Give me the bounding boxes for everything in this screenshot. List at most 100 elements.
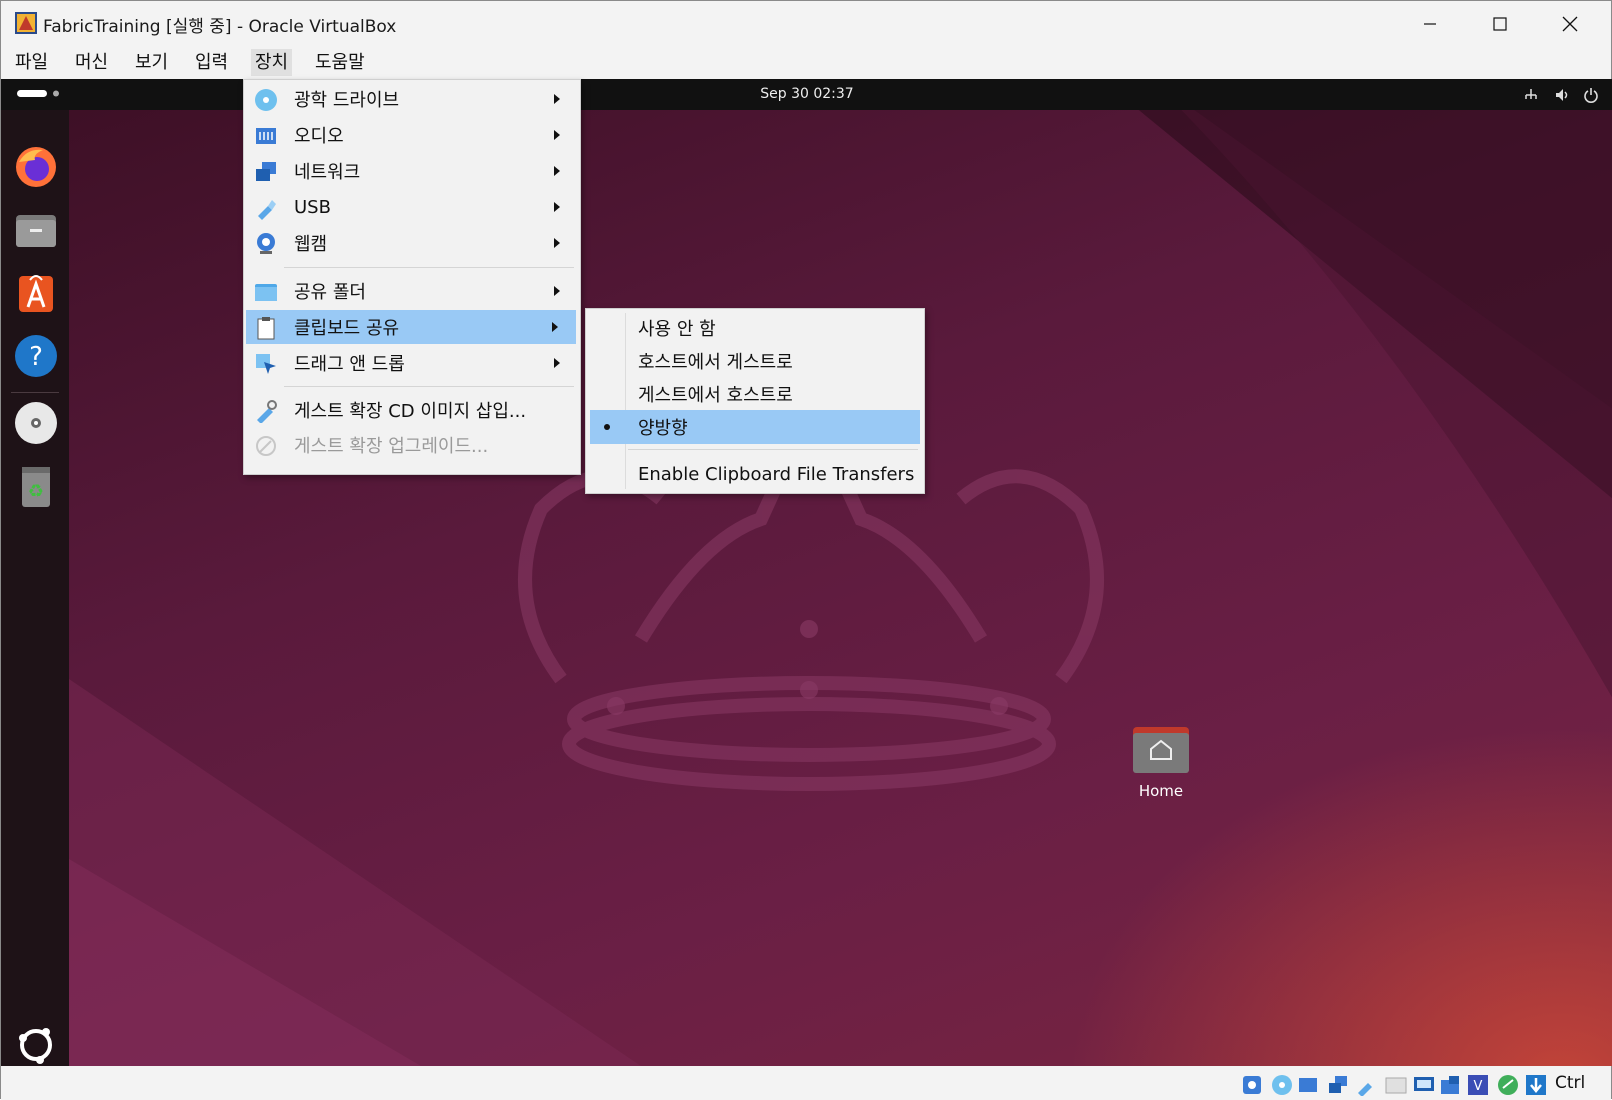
menu-item-webcam[interactable]: 웹캠 (248, 226, 574, 260)
show-apps-icon[interactable] (13, 1022, 59, 1066)
clipboard-mode-host-to-guest[interactable]: 호스트에서 게스트로 (590, 344, 920, 378)
drag-drop-icon (256, 354, 276, 374)
network-wired-icon[interactable] (1523, 87, 1539, 103)
help-icon[interactable]: ? (13, 333, 59, 379)
optical-drive-status-icon[interactable] (1271, 1074, 1293, 1096)
virtualbox-app-icon (15, 12, 37, 34)
power-icon[interactable] (1583, 87, 1599, 103)
menu-item-label: 게스트 확장 CD 이미지 삽입... (294, 401, 527, 422)
network-icon (256, 162, 276, 181)
minimize-icon (1424, 22, 1436, 25)
menu-item-clipboard[interactable]: 클립보드 공유 (246, 310, 576, 344)
submenu-arrow-icon (554, 358, 560, 368)
dock-separator (11, 392, 59, 393)
mouse-integration-status-icon[interactable] (1497, 1074, 1519, 1096)
maximize-button[interactable] (1465, 1, 1535, 46)
submenu-arrow-icon (554, 130, 560, 140)
clipboard-file-transfers[interactable]: Enable Clipboard File Transfers (590, 457, 920, 491)
submenu-arrow-icon (554, 202, 560, 212)
menu-machine[interactable]: 머신 (71, 49, 112, 76)
menu-item-label: 오디오 (294, 126, 344, 147)
devices-menu: 광학 드라이브 오디오 네트워크 USB 웹캠 공유 폴더 클립보드 공유 드래… (243, 79, 581, 475)
menu-item-shared-folders[interactable]: 공유 폴더 (248, 274, 574, 308)
menu-file[interactable]: 파일 (11, 49, 52, 76)
maximize-icon (1493, 16, 1507, 31)
submenu-arrow-icon (554, 286, 560, 296)
display-status-icon[interactable] (1413, 1074, 1435, 1096)
app-center-icon[interactable] (13, 270, 59, 316)
menu-item-label: 드래그 앤 드롭 (294, 354, 405, 375)
menu-item-label: 네트워크 (294, 162, 361, 183)
menu-item-insert-guest-additions[interactable]: 게스트 확장 CD 이미지 삽입... (248, 393, 574, 427)
submenu-arrow-icon (554, 238, 560, 248)
menu-separator (628, 449, 918, 450)
home-folder-icon[interactable] (1131, 719, 1191, 779)
menu-item-label: 호스트에서 게스트로 (638, 352, 793, 373)
radio-checked-dot-icon (604, 424, 610, 430)
usb-icon (258, 200, 276, 220)
menu-item-label: 게스트 확장 업그레이드... (294, 436, 489, 457)
menu-item-label: USB (294, 196, 331, 218)
menu-item-audio[interactable]: 오디오 (248, 118, 574, 152)
menu-item-label: 웹캠 (294, 234, 328, 255)
menu-bar: 파일 머신 보기 입력 장치 도움말 (1, 46, 1611, 79)
menu-item-label: 광학 드라이브 (294, 90, 400, 111)
clipboard-icon (257, 317, 275, 340)
shared-folders-status-icon[interactable] (1385, 1074, 1407, 1096)
menu-item-label: 사용 안 함 (638, 319, 716, 340)
optical-disc-icon (255, 89, 277, 111)
menu-item-label: 클립보드 공유 (294, 318, 400, 339)
firefox-icon[interactable] (13, 144, 59, 190)
svg-text:♻: ♻ (28, 481, 44, 502)
window-title: FabricTraining [실행 중] - Oracle VirtualBo… (43, 17, 397, 37)
keyboard-capture-status-icon[interactable] (1525, 1074, 1547, 1096)
recording-status-icon[interactable] (1439, 1074, 1461, 1096)
submenu-arrow-icon (554, 94, 560, 104)
guest-additions-upgrade-icon (256, 436, 276, 456)
clipboard-submenu: 사용 안 함 호스트에서 게스트로 게스트에서 호스트로 양방향 Enable … (585, 308, 925, 494)
clipboard-mode-disabled[interactable]: 사용 안 함 (590, 311, 920, 345)
clipboard-mode-bidirectional[interactable]: 양방향 (590, 410, 920, 444)
menu-item-network[interactable]: 네트워크 (248, 154, 574, 188)
menu-item-label: 양방향 (638, 418, 688, 439)
virtualbox-window: FabricTraining [실행 중] - Oracle VirtualBo… (0, 0, 1612, 1100)
menu-item-optical-drive[interactable]: 광학 드라이브 (248, 82, 574, 116)
clipboard-mode-guest-to-host[interactable]: 게스트에서 호스트로 (590, 377, 920, 411)
menu-separator (284, 386, 574, 387)
close-button[interactable] (1535, 1, 1605, 46)
host-key-label: Ctrl (1555, 1073, 1586, 1093)
files-icon[interactable] (13, 207, 59, 253)
status-bar: V Ctrl (1, 1066, 1611, 1100)
audio-icon (256, 128, 276, 144)
network-status-icon[interactable] (1327, 1074, 1349, 1096)
home-folder-label[interactable]: Home (1111, 782, 1211, 800)
menu-input[interactable]: 입력 (191, 49, 232, 76)
svg-text:?: ? (29, 342, 43, 372)
vt-x-status-icon[interactable]: V (1467, 1074, 1489, 1096)
optical-drive-icon[interactable] (13, 400, 59, 446)
menu-item-label: Enable Clipboard File Transfers (638, 463, 915, 485)
menu-item-drag-drop[interactable]: 드래그 앤 드롭 (248, 346, 574, 380)
trash-icon[interactable]: ♻ (13, 463, 59, 509)
title-bar[interactable]: FabricTraining [실행 중] - Oracle VirtualBo… (1, 1, 1611, 46)
volume-icon[interactable] (1554, 87, 1572, 103)
menu-view[interactable]: 보기 (131, 49, 172, 76)
menu-separator (284, 267, 574, 268)
shared-folder-icon (255, 284, 277, 301)
menu-help[interactable]: 도움말 (311, 49, 369, 76)
ubuntu-dock: ? ♻ (1, 110, 69, 1066)
guest-additions-icon (257, 400, 277, 423)
usb-status-icon[interactable] (1355, 1074, 1377, 1096)
submenu-arrow-icon (554, 166, 560, 176)
menu-item-label: 공유 폴더 (294, 282, 366, 303)
menu-devices[interactable]: 장치 (251, 49, 293, 76)
close-icon (1562, 16, 1578, 31)
hard-disk-status-icon[interactable] (1241, 1074, 1263, 1096)
menu-item-label: 게스트에서 호스트로 (638, 385, 793, 406)
menu-item-usb[interactable]: USB (248, 190, 574, 224)
webcam-icon (257, 233, 275, 254)
svg-text:V: V (1474, 1079, 1483, 1094)
audio-status-icon[interactable] (1297, 1074, 1319, 1096)
menu-item-upgrade-guest-additions: 게스트 확장 업그레이드... (248, 428, 574, 462)
minimize-button[interactable] (1395, 1, 1465, 46)
